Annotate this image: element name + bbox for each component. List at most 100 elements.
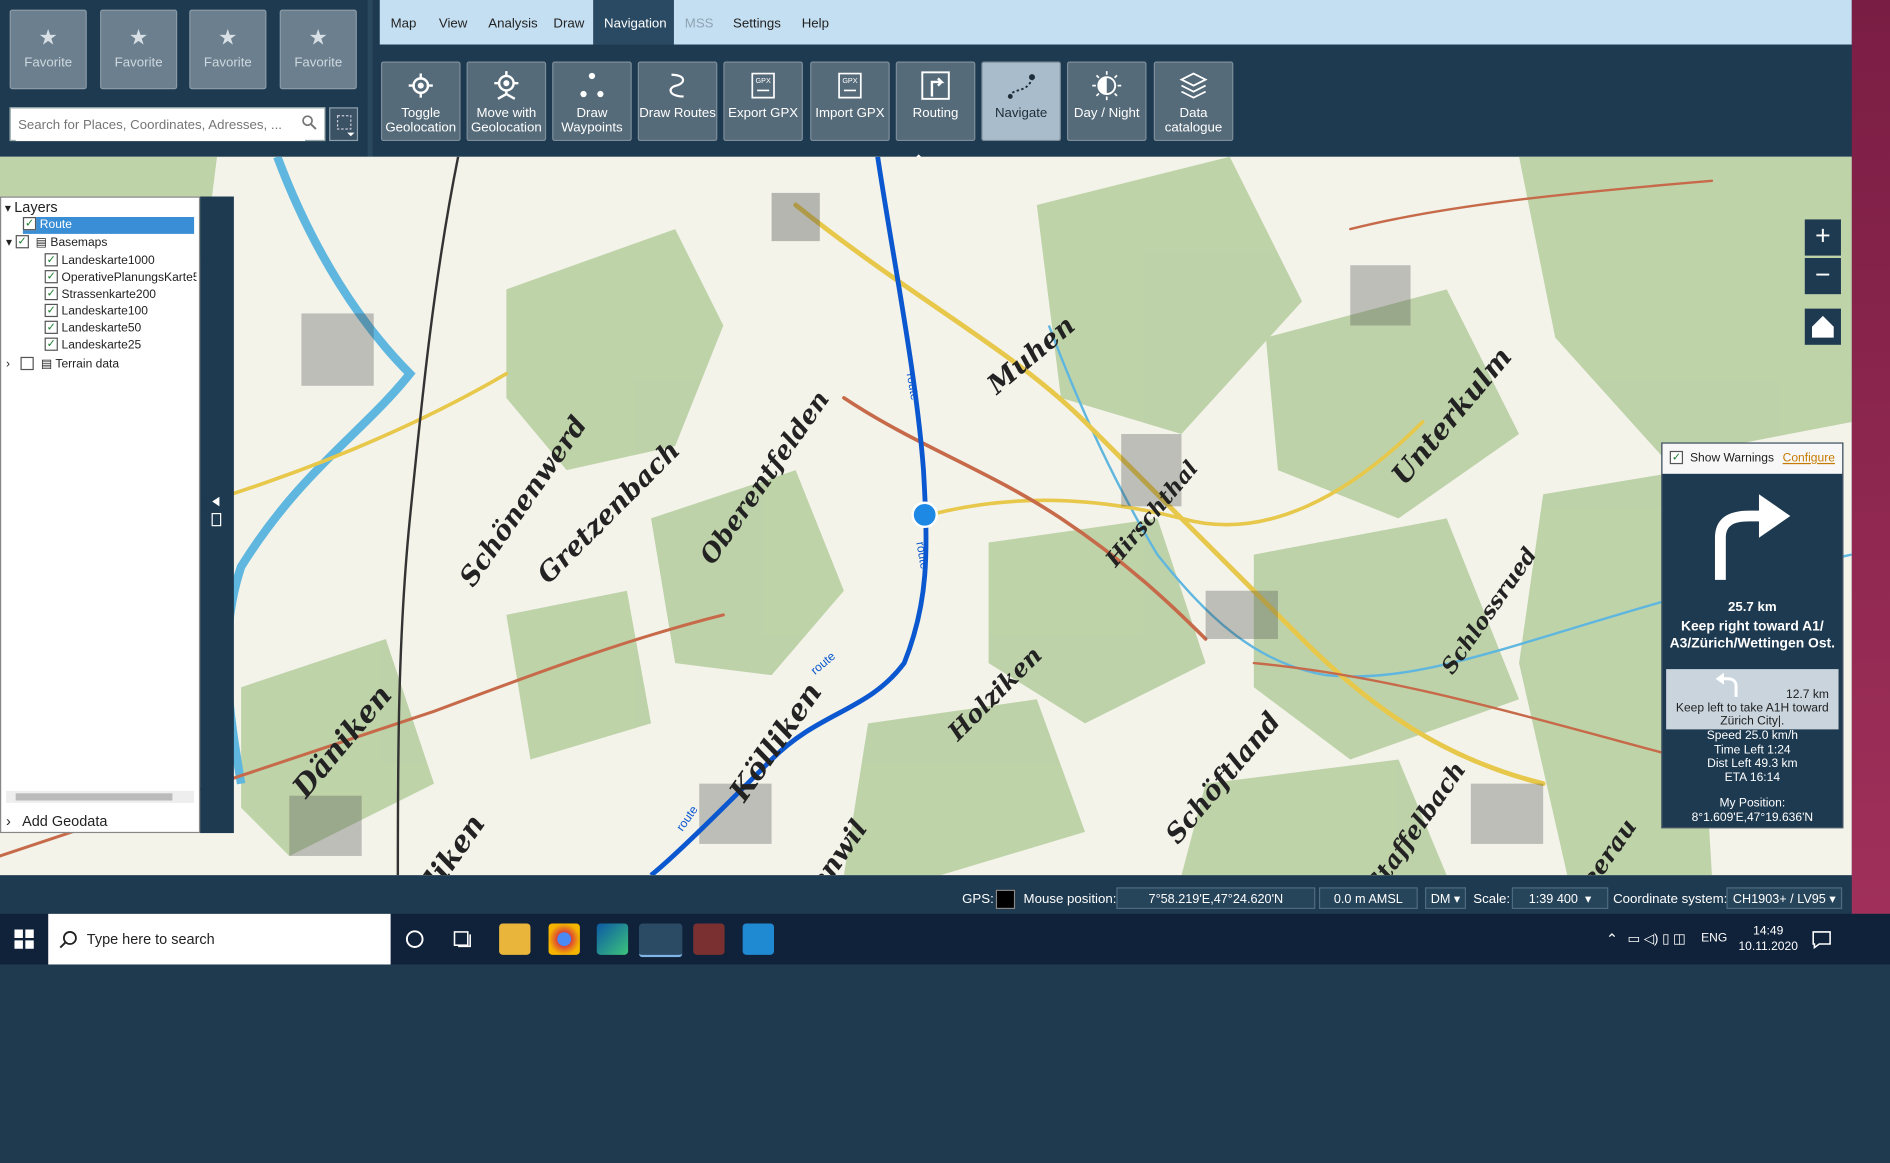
checkbox[interactable]: ✓ [44, 320, 58, 334]
configure-link[interactable]: Configure [1783, 444, 1835, 474]
show-warnings-checkbox[interactable]: ✓ [1669, 450, 1684, 464]
favorite-label: Favorite [114, 55, 163, 70]
layers-panel-toggle[interactable] [200, 196, 234, 834]
windows-start-icon[interactable] [0, 914, 48, 965]
top-toolbar: ★ Favorite ★ Favorite ★ Favorite ★ Favorite … [0, 0, 1852, 161]
checkbox[interactable]: ✓ [44, 270, 58, 284]
search-icon [59, 931, 77, 949]
zoom-out-button[interactable]: − [1804, 257, 1841, 295]
menu-analysis[interactable]: Analysis [477, 0, 548, 45]
checkbox-basemaps[interactable]: ✓ [15, 234, 29, 249]
menu-view[interactable]: View [428, 0, 478, 45]
scale-dropdown[interactable]: 1:39 400 ▾ [1511, 887, 1609, 910]
checkbox[interactable]: ✓ [44, 253, 58, 267]
search-icon[interactable] [301, 115, 317, 131]
draw-routes-button[interactable]: Draw Routes [637, 61, 718, 142]
add-geodata-button[interactable]: › Add Geodata [1, 810, 199, 832]
layer-item[interactable]: ✓ Strassenkarte200 [44, 286, 156, 304]
layer-group-terrain[interactable]: › ▤ Terrain data [6, 356, 119, 374]
map-view[interactable]: Schönenwerd Gretzenbach Oberentfelden Muhen… [0, 156, 1852, 876]
edge-icon[interactable] [596, 923, 629, 955]
next-maneuver: 12.7 km Keep left to take A1H toward Zür… [1666, 669, 1839, 730]
speed: Speed 25.0 km/h [1706, 729, 1798, 743]
import-gpx-button[interactable]: GPX Import GPX [810, 61, 890, 142]
layer-item[interactable]: ✓ Landeskarte25 [44, 337, 141, 355]
favorite-label: Favorite [24, 55, 73, 70]
checkbox[interactable]: ✓ [44, 337, 58, 351]
menu-draw[interactable]: Draw [543, 0, 596, 45]
notifications-icon[interactable] [1811, 928, 1833, 950]
layer-item[interactable]: ✓ Landeskarte50 [44, 320, 141, 338]
map-app-icon[interactable] [638, 923, 683, 958]
draw-waypoints-button[interactable]: Draw Waypoints [552, 61, 632, 142]
tray-icons[interactable]: ▭ ◁) ▯ ◫ [1628, 914, 1686, 965]
favorite-button-2[interactable]: ★ Favorite [100, 9, 178, 90]
svg-text:GPX: GPX [842, 76, 857, 85]
star-icon: ★ [308, 25, 328, 50]
checkbox-terrain[interactable] [20, 356, 34, 370]
search-input[interactable] [15, 109, 306, 142]
move-with-geolocation-button[interactable]: Move with Geolocation [466, 61, 547, 142]
layer-route[interactable]: ✓ Route [22, 216, 195, 234]
expand-icon[interactable]: ▾ [6, 236, 12, 249]
export-gpx-button[interactable]: GPX Export GPX [723, 61, 803, 142]
tray-chevron-icon[interactable]: ⌃ [1606, 914, 1618, 965]
checkbox[interactable]: ✓ [44, 286, 58, 301]
layer-item[interactable]: ✓ Landeskarte1000 [44, 253, 155, 270]
favorite-button-4[interactable]: ★ Favorite [279, 9, 357, 90]
menu-map[interactable]: Map [380, 0, 428, 45]
layers-header[interactable]: ▾ Layers [5, 199, 58, 216]
menu-navigation[interactable]: Navigation [593, 0, 674, 45]
routing-button[interactable]: Routing [895, 61, 976, 142]
favorite-button-3[interactable]: ★ Favorite [189, 9, 267, 90]
taskbar-search[interactable]: Type here to search [48, 913, 391, 965]
task-view-icon[interactable] [451, 927, 475, 951]
layer-item[interactable]: ✓ Landeskarte100 [44, 303, 148, 321]
elevation-value: 0.0 m AMSL [1318, 887, 1418, 910]
star-icon: ★ [38, 25, 58, 50]
favorites-panel: ★ Favorite ★ Favorite ★ Favorite ★ Favorite [0, 0, 368, 99]
menu-settings[interactable]: Settings [722, 0, 792, 45]
chrome-icon[interactable] [548, 923, 580, 955]
checkbox-route[interactable]: ✓ [22, 216, 37, 231]
format-dropdown[interactable]: DM ▾ [1425, 887, 1467, 910]
checkbox[interactable]: ✓ [44, 303, 58, 317]
layers-panel: ▾ Layers ✓ Route ▾ ✓ ▤ Basemaps ✓ Landeska… [0, 196, 201, 834]
app-icon[interactable] [693, 923, 725, 955]
menu-mss: MSS [684, 16, 714, 32]
language-indicator[interactable]: ENG [1701, 914, 1727, 965]
star-icon: ★ [218, 25, 238, 50]
menu-help[interactable]: Help [791, 0, 840, 45]
zoom-in-button[interactable]: + [1804, 219, 1841, 256]
vscode-icon[interactable] [742, 923, 774, 955]
layer-group-basemaps[interactable]: ▾ ✓ ▤ Basemaps [6, 234, 107, 252]
turn-right-icon [1714, 494, 1791, 580]
crs-dropdown[interactable]: CH1903+ / LV95 ▾ [1726, 887, 1843, 910]
scrollbar-thumb[interactable] [15, 793, 173, 801]
search-options-button[interactable] [329, 107, 359, 142]
day-night-button[interactable]: Day / Night [1066, 61, 1147, 142]
navigation-panel: ✓ Show Warnings Configure 25.7 km Keep r… [1661, 442, 1844, 829]
favorite-button-1[interactable]: ★ Favorite [9, 9, 87, 90]
geolocation-icon [408, 73, 433, 98]
expand-icon: › [6, 812, 11, 830]
favorite-label: Favorite [294, 55, 343, 70]
layer-item[interactable]: ✓ OperativePlanungsKarte5 [44, 270, 197, 287]
data-catalogue-button[interactable]: Data catalogue [1153, 61, 1234, 142]
horizontal-scrollbar[interactable] [6, 790, 195, 803]
gpx-export-icon: GPX [751, 72, 775, 99]
file-explorer-icon[interactable] [499, 923, 531, 955]
selection-icon [336, 115, 355, 137]
home-icon [1812, 315, 1834, 338]
dist-left: Dist Left 49.3 km [1707, 757, 1798, 771]
svg-text:GPX: GPX [756, 76, 771, 85]
clock[interactable]: 14:49 10.11.2020 [1738, 923, 1797, 954]
eta: ETA 16:14 [1724, 770, 1781, 785]
expand-icon[interactable]: › [6, 358, 10, 371]
toggle-geolocation-button[interactable]: Toggle Geolocation [380, 61, 461, 142]
navigate-button[interactable]: Navigate [981, 61, 1061, 142]
collapse-icon[interactable]: ▾ [5, 203, 11, 216]
move-geolocation-icon [494, 71, 519, 100]
cortana-icon[interactable] [403, 927, 427, 951]
home-button[interactable] [1804, 308, 1841, 345]
